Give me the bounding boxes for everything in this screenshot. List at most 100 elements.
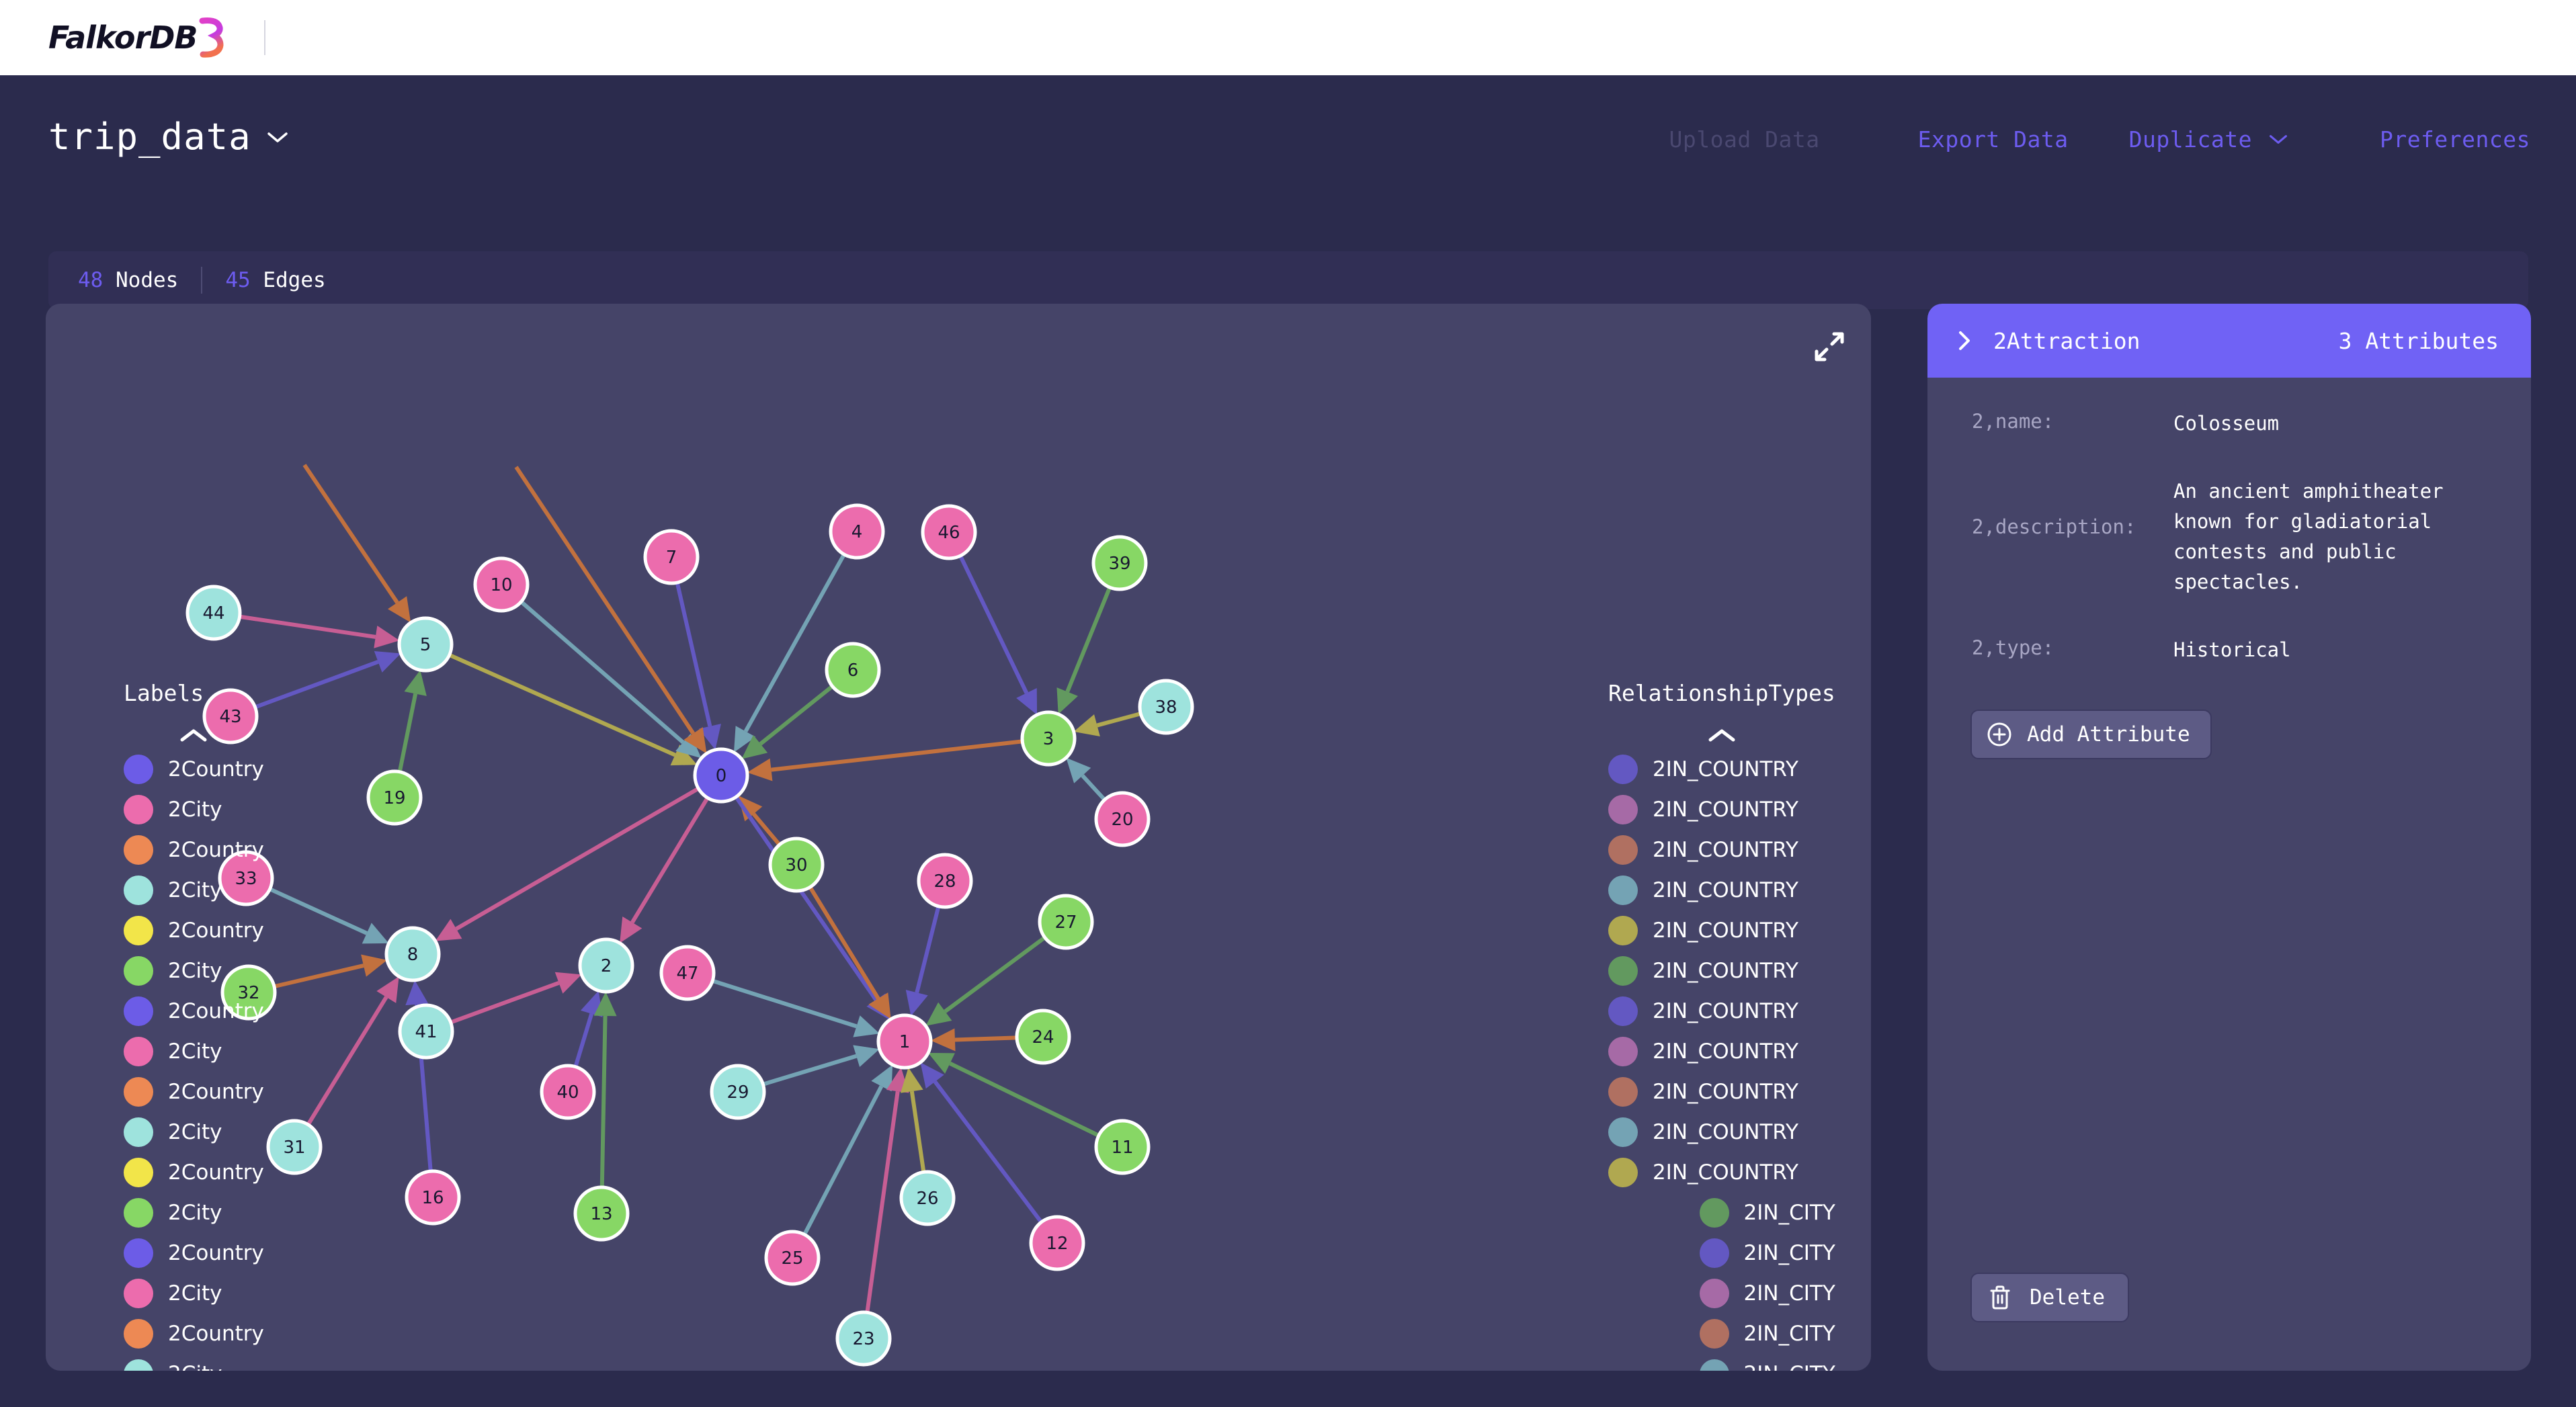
attribute-value[interactable]: An ancient amphitheater known for gladia… bbox=[2173, 476, 2500, 597]
graph-edge[interactable] bbox=[274, 964, 364, 989]
graph-edge[interactable] bbox=[450, 980, 560, 1025]
graph-node[interactable]: 20 bbox=[1094, 791, 1151, 847]
duplicate-button[interactable]: Duplicate bbox=[2129, 126, 2252, 153]
graph-edge[interactable] bbox=[949, 1062, 1100, 1138]
expand-icon[interactable] bbox=[1812, 329, 1847, 364]
attribute-value[interactable]: Historical bbox=[2173, 635, 2500, 665]
graph-edge[interactable] bbox=[734, 796, 878, 1001]
graph-node[interactable]: 38 bbox=[1138, 679, 1194, 735]
graph-edge[interactable] bbox=[1096, 712, 1142, 728]
graph-edge[interactable] bbox=[254, 660, 379, 710]
legend-item[interactable]: 2IN_COUNTRY bbox=[1608, 996, 1835, 1026]
graph-node[interactable]: 24 bbox=[1015, 1009, 1071, 1065]
graph-node[interactable]: 19 bbox=[366, 769, 423, 826]
legend-item[interactable]: 2IN_CITY bbox=[1608, 1238, 1835, 1268]
legend-item[interactable]: 2Country bbox=[124, 835, 264, 865]
attribute-value[interactable]: Colosseum bbox=[2173, 409, 2500, 439]
legend-item[interactable]: 2Country bbox=[124, 755, 264, 784]
legend-item[interactable]: 2City bbox=[124, 1359, 264, 1371]
legend-item[interactable]: 2City bbox=[124, 1198, 264, 1228]
legend-item[interactable]: 2Country bbox=[124, 1158, 264, 1187]
graph-node[interactable]: 5 bbox=[397, 616, 454, 673]
graph-visualization[interactable]: 0123456781011121316192023242526272829303… bbox=[46, 304, 1871, 1371]
duplicate-menu[interactable]: Duplicate bbox=[2129, 126, 2291, 153]
legend-item[interactable]: 2Country bbox=[124, 1319, 264, 1349]
graph-node[interactable]: 44 bbox=[185, 585, 242, 641]
db-selector[interactable]: trip_data bbox=[48, 116, 289, 158]
graph-node[interactable]: 3 bbox=[1020, 710, 1077, 767]
graph-node[interactable]: 31 bbox=[266, 1119, 323, 1175]
legend-item[interactable]: 2IN_COUNTRY bbox=[1608, 1117, 1835, 1147]
add-attribute-button[interactable]: Add Attribute bbox=[1970, 710, 2212, 759]
graph-node[interactable]: 47 bbox=[659, 945, 716, 1001]
legend-item[interactable]: 2City bbox=[124, 1279, 264, 1308]
graph-edge[interactable] bbox=[909, 1091, 926, 1172]
brand-logo[interactable]: FalkorDB bbox=[48, 17, 229, 58]
graph-node[interactable]: 2 bbox=[578, 937, 634, 994]
legend-item[interactable]: 2Country bbox=[124, 916, 264, 945]
graph-edge[interactable] bbox=[802, 1085, 884, 1236]
graph-edge[interactable] bbox=[269, 887, 368, 935]
graph-edge[interactable] bbox=[1081, 774, 1106, 802]
attribute-row[interactable]: 2,description: An ancient amphitheater kn… bbox=[1927, 458, 2531, 616]
graph-node[interactable]: 28 bbox=[917, 853, 973, 909]
graph-node[interactable]: 4 bbox=[829, 503, 885, 560]
graph-edge[interactable] bbox=[743, 553, 846, 732]
graph-edge[interactable] bbox=[302, 464, 399, 604]
graph-node[interactable]: 26 bbox=[899, 1170, 956, 1226]
legend-item[interactable]: 2Country bbox=[124, 996, 264, 1026]
legend-item[interactable]: 2Country bbox=[124, 1238, 264, 1268]
export-data-button[interactable]: Export Data bbox=[1918, 126, 2069, 153]
graph-node[interactable]: 16 bbox=[405, 1169, 461, 1226]
graph-edge[interactable] bbox=[1065, 587, 1112, 693]
graph-edge[interactable] bbox=[306, 996, 388, 1126]
graph-node[interactable]: 10 bbox=[473, 556, 530, 613]
graph-edge[interactable] bbox=[239, 614, 376, 639]
graph-edge[interactable] bbox=[865, 1091, 900, 1313]
graph-edge[interactable] bbox=[573, 1013, 594, 1068]
graph-node[interactable]: 13 bbox=[573, 1185, 630, 1242]
preferences-button[interactable]: Preferences bbox=[2380, 126, 2530, 153]
legend-item[interactable]: 2IN_COUNTRY bbox=[1608, 956, 1835, 986]
graph-node[interactable]: 0 bbox=[693, 747, 749, 804]
graph-edge[interactable] bbox=[771, 739, 1023, 772]
graph-node[interactable]: 25 bbox=[764, 1230, 821, 1286]
node-details-header[interactable]: 2Attraction 3 Attributes bbox=[1927, 304, 2531, 378]
legend-item[interactable]: 2City bbox=[124, 1117, 264, 1147]
legend-item[interactable]: 2IN_CITY bbox=[1608, 1279, 1835, 1308]
legend-item[interactable]: 2City bbox=[124, 876, 264, 905]
legend-item[interactable]: 2City bbox=[124, 956, 264, 986]
upload-data-button[interactable]: Upload Data bbox=[1669, 126, 1820, 153]
legend-item[interactable]: 2IN_COUNTRY bbox=[1608, 916, 1835, 945]
graph-node[interactable]: 27 bbox=[1038, 894, 1094, 950]
graph-node[interactable]: 39 bbox=[1091, 535, 1148, 591]
graph-edge[interactable] bbox=[397, 693, 418, 773]
graph-edge[interactable] bbox=[599, 1015, 608, 1188]
delete-button[interactable]: Delete bbox=[1970, 1273, 2129, 1322]
chevron-up-icon[interactable] bbox=[178, 726, 209, 744]
graph-canvas-panel[interactable]: 0 1 2 3 4 5 6 7 8 10 11 12 13 16 19 20 23 24 25 26 27 28 29 30 3… bbox=[46, 304, 1871, 1371]
graph-node[interactable]: 40 bbox=[540, 1064, 596, 1120]
graph-edge[interactable] bbox=[630, 796, 710, 924]
graph-node[interactable]: 23 bbox=[835, 1310, 892, 1367]
legend-item[interactable]: 2City bbox=[124, 1037, 264, 1066]
graph-edge[interactable] bbox=[915, 906, 941, 993]
legend-item[interactable]: 2IN_COUNTRY bbox=[1608, 1037, 1835, 1066]
legend-item[interactable]: 2City bbox=[124, 795, 264, 824]
graph-edge[interactable] bbox=[762, 1054, 858, 1086]
legend-item[interactable]: 2IN_COUNTRY bbox=[1608, 755, 1835, 784]
legend-item[interactable]: 2IN_COUNTRY bbox=[1608, 795, 1835, 824]
legend-item[interactable]: 2IN_COUNTRY bbox=[1608, 1077, 1835, 1107]
graph-node[interactable]: 6 bbox=[825, 642, 881, 698]
graph-edge[interactable] bbox=[759, 685, 834, 746]
graph-edge[interactable] bbox=[455, 786, 700, 931]
legend-item[interactable]: 2IN_CITY bbox=[1608, 1359, 1835, 1371]
attribute-row[interactable]: 2,type: Historical bbox=[1927, 616, 2531, 684]
graph-edge[interactable] bbox=[958, 554, 1029, 694]
graph-node[interactable]: 46 bbox=[921, 504, 977, 560]
graph-node[interactable]: 29 bbox=[710, 1064, 766, 1120]
graph-node[interactable]: 1 bbox=[876, 1013, 933, 1070]
graph-edge[interactable] bbox=[514, 466, 695, 735]
chevron-up-icon[interactable] bbox=[1706, 726, 1737, 744]
chevron-right-icon[interactable] bbox=[1957, 330, 1972, 351]
